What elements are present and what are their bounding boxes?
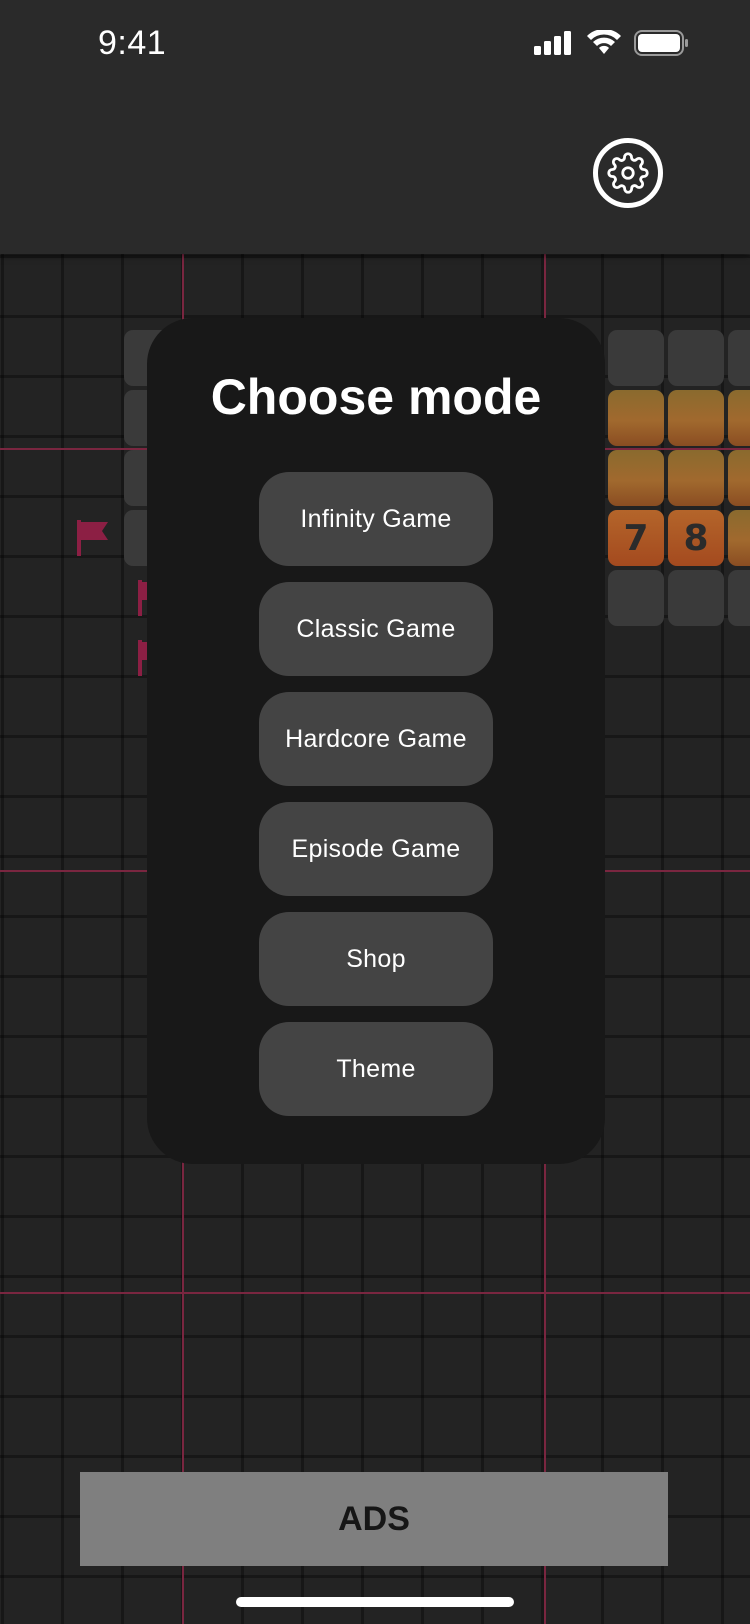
ads-banner[interactable]: ADS: [80, 1472, 668, 1566]
wifi-icon: [587, 30, 621, 54]
board-cell-hot[interactable]: [728, 390, 750, 446]
board-cell-hot[interactable]: [668, 390, 724, 446]
home-indicator[interactable]: [236, 1597, 514, 1607]
episode-game-button[interactable]: Episode Game: [259, 802, 493, 896]
ads-label: ADS: [338, 1499, 410, 1538]
classic-game-button[interactable]: Classic Game: [259, 582, 493, 676]
cell-number: 7: [623, 517, 649, 559]
board-cell-number[interactable]: 7: [608, 510, 664, 566]
battery-icon: [634, 30, 688, 56]
shop-button[interactable]: Shop: [259, 912, 493, 1006]
dialog-title: Choose mode: [210, 369, 542, 425]
top-bar: 9:41: [0, 0, 750, 254]
board-cell[interactable]: [608, 330, 664, 386]
flag-icon[interactable]: [74, 518, 114, 558]
infinity-game-button[interactable]: Infinity Game: [259, 472, 493, 566]
board-cell-hot[interactable]: [608, 450, 664, 506]
board-cell[interactable]: [728, 570, 750, 626]
hardcore-game-button[interactable]: Hardcore Game: [259, 692, 493, 786]
board-cell-hot[interactable]: [728, 510, 750, 566]
board-cell-hot[interactable]: [668, 450, 724, 506]
board-cell-hot[interactable]: [728, 450, 750, 506]
board-cell[interactable]: [668, 570, 724, 626]
board-cell[interactable]: [728, 330, 750, 386]
status-icons: [534, 30, 690, 56]
cell-number: 8: [683, 517, 709, 559]
signal-icon: [534, 31, 571, 55]
theme-button[interactable]: Theme: [259, 1022, 493, 1116]
status-time: 9:41: [98, 24, 167, 62]
sector-divider: [0, 1292, 750, 1294]
board-cell-hot[interactable]: [608, 390, 664, 446]
choose-mode-dialog: Choose mode Infinity Game Classic Game H…: [147, 318, 605, 1164]
settings-button[interactable]: [593, 138, 663, 208]
gear-icon: [607, 152, 649, 194]
board-cell[interactable]: [668, 330, 724, 386]
board-cell-number[interactable]: 8: [668, 510, 724, 566]
board-cell[interactable]: [608, 570, 664, 626]
